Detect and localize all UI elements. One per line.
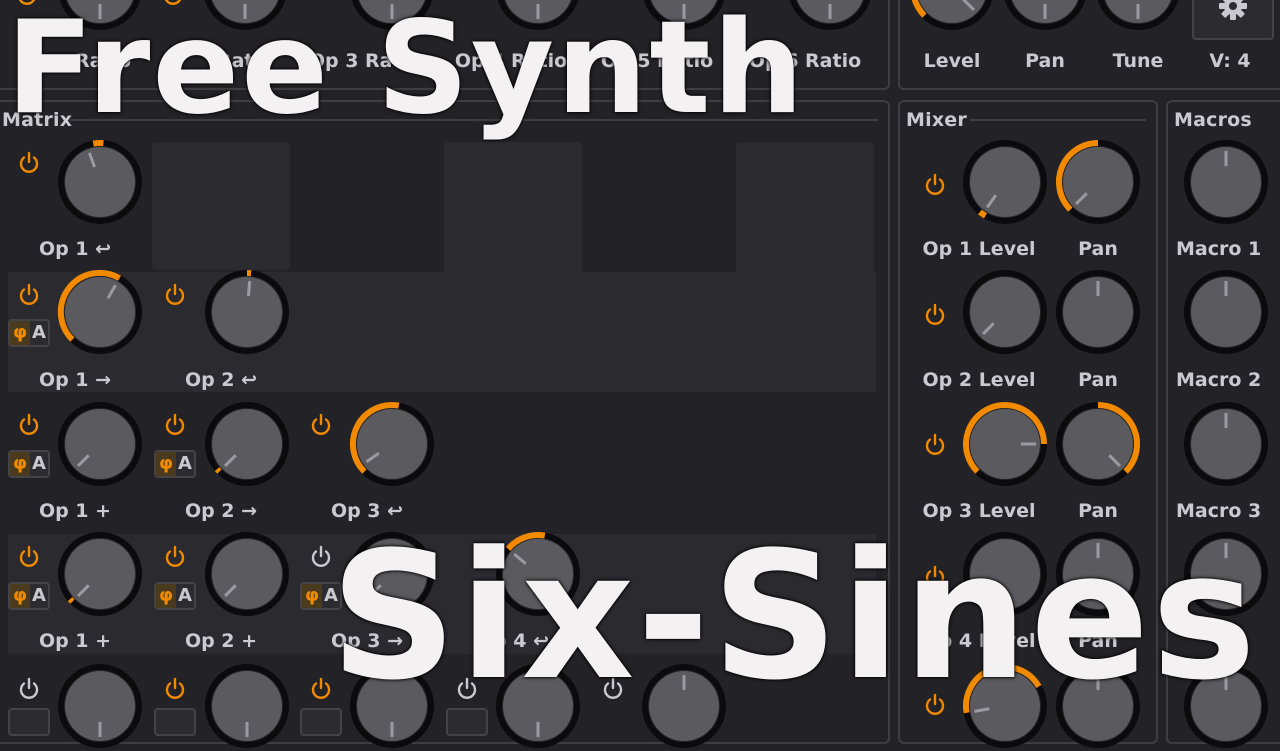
mixer-pan-label-1: Pan xyxy=(1078,238,1118,260)
phase-icon: φ xyxy=(10,584,30,608)
op1-feedback-knob[interactable] xyxy=(55,137,145,227)
phase-icon: φ xyxy=(10,321,30,345)
matrix-label-r2c1: Op 1 → xyxy=(38,369,112,391)
main-tune-knob[interactable] xyxy=(1093,0,1183,33)
phase-toggle[interactable]: φA xyxy=(154,582,196,610)
mixer-pan-label-2: Pan xyxy=(1078,369,1118,391)
op3-pan-knob[interactable] xyxy=(1053,399,1143,489)
phase-letter: A xyxy=(178,453,192,474)
phase-icon: φ xyxy=(302,584,322,608)
power-icon[interactable] xyxy=(922,432,948,458)
main-pan-label: Pan xyxy=(1025,50,1065,72)
op2-level-knob[interactable] xyxy=(960,267,1050,357)
mixer-level-label-1: Op 1 Level xyxy=(922,238,1036,260)
matrix-label-r4c2: Op 2 + xyxy=(184,630,258,652)
power-icon[interactable] xyxy=(16,412,42,438)
power-icon[interactable] xyxy=(162,412,188,438)
main-level-knob[interactable] xyxy=(907,0,997,33)
matrix-label-r3c2: Op 2 → xyxy=(184,500,258,522)
overlay-title-top: Free Synth xyxy=(6,0,806,143)
matrix-label-r3c1: Op 1 + xyxy=(38,500,112,522)
mixer-level-label-2: Op 2 Level xyxy=(922,369,1036,391)
phase-icon: φ xyxy=(156,584,176,608)
macro-2-knob[interactable] xyxy=(1181,267,1271,357)
power-icon[interactable] xyxy=(162,544,188,570)
op2-to-op3-knob[interactable] xyxy=(202,399,292,489)
phase-toggle[interactable] xyxy=(154,708,196,736)
power-icon[interactable] xyxy=(922,302,948,328)
main-pan-knob[interactable] xyxy=(1000,0,1090,33)
main-level-label: Level xyxy=(923,50,981,72)
op1-to-op2-knob[interactable] xyxy=(55,267,145,357)
macro-label-1: Macro 1 xyxy=(1176,238,1262,260)
power-icon[interactable] xyxy=(308,412,334,438)
phase-toggle[interactable]: φA xyxy=(8,319,50,347)
power-icon[interactable] xyxy=(16,676,42,702)
power-icon[interactable] xyxy=(16,282,42,308)
phase-letter: A xyxy=(32,453,46,474)
op1-to-op5-knob[interactable] xyxy=(55,661,145,751)
phase-toggle[interactable]: φA xyxy=(8,582,50,610)
phase-toggle[interactable]: φA xyxy=(8,450,50,478)
op2-pan-knob[interactable] xyxy=(1053,267,1143,357)
op1-level-knob[interactable] xyxy=(960,137,1050,227)
macro-label-2: Macro 2 xyxy=(1176,369,1262,391)
mixer-title-rule xyxy=(970,119,1146,121)
macro-3-knob[interactable] xyxy=(1181,399,1271,489)
op1-to-op3-knob[interactable] xyxy=(55,399,145,489)
matrix-label-r4c1: Op 1 + xyxy=(38,630,112,652)
power-icon[interactable] xyxy=(16,150,42,176)
op2-to-op5-knob[interactable] xyxy=(202,661,292,751)
phase-icon: φ xyxy=(156,452,176,476)
power-icon[interactable] xyxy=(922,172,948,198)
macros-title: Macros xyxy=(1174,109,1252,131)
macro-1-knob[interactable] xyxy=(1181,137,1271,227)
main-tune-label: Tune xyxy=(1112,50,1164,72)
op3-level-knob[interactable] xyxy=(960,399,1050,489)
op1-pan-knob[interactable] xyxy=(1053,137,1143,227)
gear-icon xyxy=(1219,0,1247,20)
voices-readout: V: 4 xyxy=(1209,50,1251,72)
overlay-title-bottom: Six-Sines xyxy=(330,514,1259,719)
phase-letter: A xyxy=(32,322,46,343)
power-icon[interactable] xyxy=(16,544,42,570)
phase-letter: A xyxy=(178,585,192,606)
matrix-label-r2c2: Op 2 ↩ xyxy=(184,369,258,391)
phase-toggle[interactable] xyxy=(8,708,50,736)
op3-feedback-knob[interactable] xyxy=(347,399,437,489)
matrix-cell-bg xyxy=(152,142,290,270)
settings-button[interactable] xyxy=(1192,0,1274,40)
phase-letter: A xyxy=(32,585,46,606)
op2-feedback-knob[interactable] xyxy=(202,267,292,357)
power-icon[interactable] xyxy=(162,676,188,702)
matrix-label-r1c1: Op 1 ↩ xyxy=(38,238,112,260)
mixer-title: Mixer xyxy=(906,109,967,131)
op1-to-op4-knob[interactable] xyxy=(55,529,145,619)
phase-icon: φ xyxy=(10,452,30,476)
op2-to-op4-knob[interactable] xyxy=(202,529,292,619)
phase-toggle[interactable]: φA xyxy=(154,450,196,478)
power-icon[interactable] xyxy=(162,282,188,308)
